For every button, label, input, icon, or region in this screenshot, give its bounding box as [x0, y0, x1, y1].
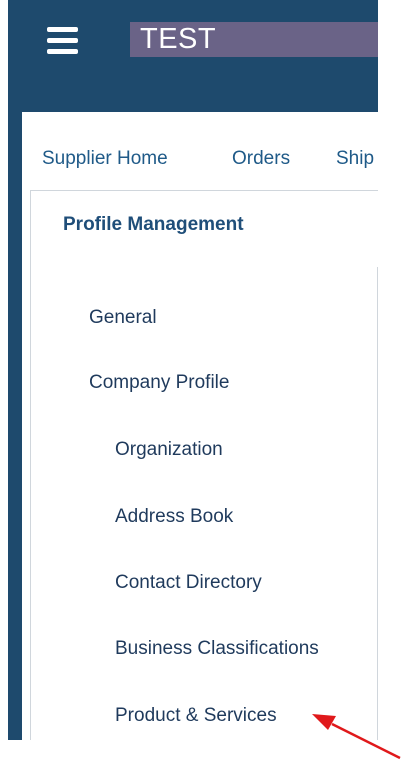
panel-title: Profile Management: [63, 214, 244, 235]
panel-divider: [377, 267, 378, 740]
tab-supplier-home[interactable]: Supplier Home: [42, 148, 168, 170]
main-content: Supplier Home Orders Ship Profile Manage…: [22, 112, 378, 740]
menu-item-business-classifications[interactable]: Business Classifications: [115, 638, 319, 660]
tab-orders[interactable]: Orders: [232, 148, 290, 170]
menu-item-company-profile[interactable]: Company Profile: [89, 372, 229, 394]
top-nav: Supplier Home Orders Ship: [22, 112, 378, 184]
menu-item-product-services[interactable]: Product & Services: [115, 705, 277, 727]
menu-item-general[interactable]: General: [89, 307, 157, 329]
app-title: TEST: [130, 22, 378, 57]
menu-item-address-book[interactable]: Address Book: [115, 506, 233, 528]
screenshot-frame: TEST Supplier Home Orders Ship Profile M…: [0, 0, 409, 763]
app-window: TEST Supplier Home Orders Ship Profile M…: [8, 0, 378, 740]
tab-ship[interactable]: Ship: [336, 148, 374, 170]
profile-management-panel: Profile Management General Company Profi…: [30, 190, 378, 740]
menu-item-organization[interactable]: Organization: [115, 439, 223, 461]
hamburger-menu-icon[interactable]: [47, 27, 91, 57]
menu-item-contact-directory[interactable]: Contact Directory: [115, 572, 262, 594]
